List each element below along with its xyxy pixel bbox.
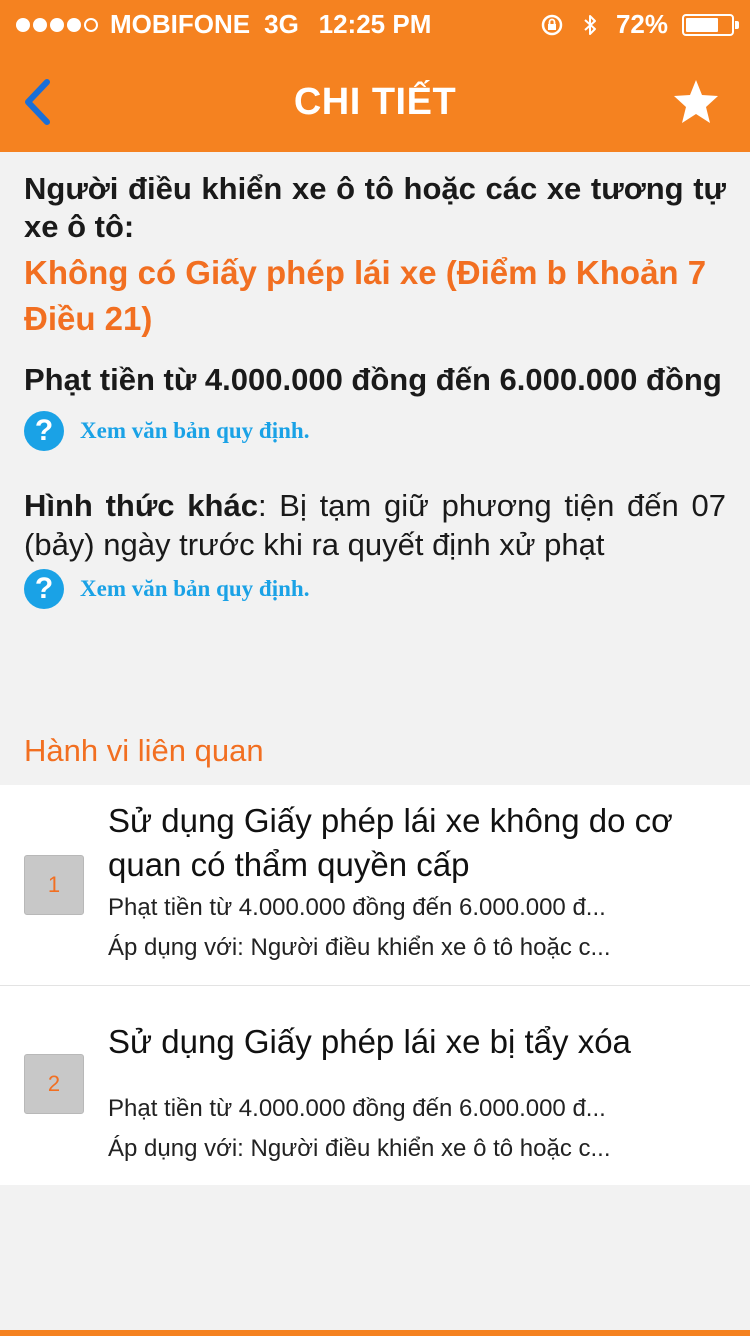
- view-regulation-text[interactable]: Xem văn bản quy định.: [80, 576, 309, 602]
- question-icon: ?: [24, 411, 64, 451]
- carrier-name: MOBIFONE: [110, 9, 251, 39]
- app-header: MOBIFONE 3G 12:25 PM 72% CHI TIẾT: [0, 0, 750, 152]
- bottom-accent-bar: [0, 1330, 750, 1336]
- item-title: Sử dụng Giấy phép lái xe không do cơ qua…: [108, 802, 673, 883]
- status-right: 72%: [540, 9, 739, 40]
- navigation-bar: CHI TIẾT: [0, 52, 750, 152]
- item-title: Sử dụng Giấy phép lái xe bị tẩy xóa: [108, 1023, 631, 1060]
- item-number-badge: 2: [24, 1054, 84, 1114]
- related-list: 1 Sử dụng Giấy phép lái xe không do cơ q…: [0, 785, 750, 1185]
- star-icon: [674, 80, 718, 123]
- item-applies-to: Áp dụng với: Người điều khiển xe ô tô ho…: [108, 934, 611, 961]
- violation-offense: Không có Giấy phép lái xe (Điểm b Khoản …: [24, 254, 707, 337]
- favorite-button[interactable]: [668, 74, 724, 130]
- bluetooth-icon: [584, 14, 596, 35]
- detail-content: Người điều khiển xe ô tô hoặc các xe tươ…: [24, 170, 726, 610]
- status-bar: MOBIFONE 3G 12:25 PM 72%: [0, 0, 750, 50]
- related-section-title: Hành vi liên quan: [24, 733, 264, 768]
- rotation-lock-icon: [541, 14, 563, 35]
- question-icon: ?: [24, 569, 64, 609]
- view-regulation-link-2[interactable]: ? Xem văn bản quy định.: [24, 568, 726, 610]
- related-item-2[interactable]: 2 Sử dụng Giấy phép lái xe bị tẩy xóa Ph…: [0, 985, 750, 1185]
- page-title: CHI TIẾT: [293, 81, 457, 123]
- view-regulation-link-1[interactable]: ? Xem văn bản quy định.: [24, 410, 726, 452]
- battery-level: [686, 17, 718, 32]
- battery-icon: [682, 13, 739, 36]
- network-type: 3G: [264, 9, 299, 39]
- item-fine: Phạt tiền từ 4.000.000 đồng đến 6.000.00…: [108, 1095, 606, 1122]
- status-left: MOBIFONE 3G: [16, 9, 299, 40]
- violation-subject: Người điều khiển xe ô tô hoặc các xe tươ…: [24, 171, 726, 244]
- other-penalty-label: Hình thức khác: [24, 488, 258, 523]
- related-item-1[interactable]: 1 Sử dụng Giấy phép lái xe không do cơ q…: [0, 785, 750, 985]
- item-applies-to: Áp dụng với: Người điều khiển xe ô tô ho…: [108, 1135, 611, 1162]
- item-number-badge: 1: [24, 855, 84, 915]
- other-penalty: Hình thức khác: Bị tạm giữ phương tiện đ…: [24, 486, 726, 564]
- violation-fine: Phạt tiền từ 4.000.000 đồng đến 6.000.00…: [24, 362, 722, 397]
- signal-strength-icon: [16, 17, 98, 32]
- battery-percent: 72%: [615, 9, 668, 39]
- view-regulation-text[interactable]: Xem văn bản quy định.: [80, 418, 309, 444]
- item-fine: Phạt tiền từ 4.000.000 đồng đến 6.000.00…: [108, 894, 606, 921]
